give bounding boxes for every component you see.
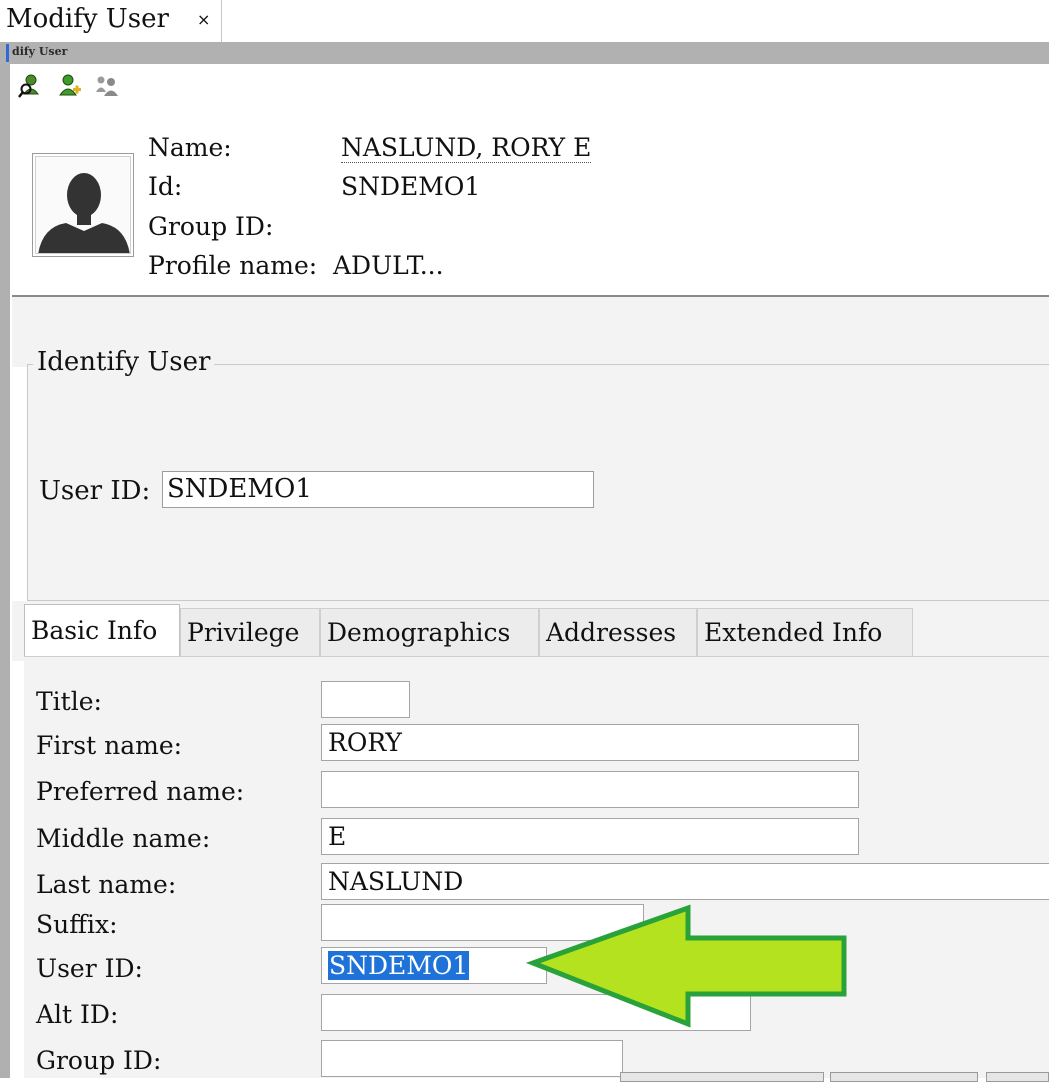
title-label: Title: — [36, 687, 102, 716]
tab-basic-info[interactable]: Basic Info — [24, 604, 180, 657]
title-bar-accent — [6, 44, 9, 62]
group-id-input[interactable] — [321, 1040, 623, 1077]
first-name-input[interactable]: RORY — [321, 724, 859, 761]
title-input[interactable] — [321, 681, 410, 718]
identify-user-id-label: User ID: — [39, 476, 151, 506]
add-user-icon[interactable] — [58, 72, 82, 98]
group-id-form-label: Group ID: — [36, 1046, 162, 1075]
tab-privilege[interactable]: Privilege — [180, 608, 320, 656]
first-name-label: First name: — [36, 731, 183, 760]
identify-user-id-input[interactable]: SNDEMO1 — [162, 471, 594, 508]
last-name-input[interactable]: NASLUND — [321, 863, 1049, 900]
id-value: SNDEMO1 — [341, 172, 481, 201]
identify-user-legend: Identify User — [33, 347, 215, 377]
person-silhouette-icon — [38, 173, 130, 253]
window-title-bar — [0, 42, 1049, 64]
profile-name-value: ADULT... — [333, 251, 444, 280]
tab-extended-info[interactable]: Extended Info — [697, 608, 913, 656]
tab-demographics[interactable]: Demographics — [320, 608, 539, 656]
name-label: Name: — [148, 133, 232, 162]
user-id-selected-text: SNDEMO1 — [328, 951, 470, 980]
tab-close-icon[interactable]: × — [197, 10, 210, 29]
middle-name-label: Middle name: — [36, 824, 211, 853]
user-id-label: User ID: — [36, 954, 143, 983]
bottom-button-1[interactable] — [620, 1072, 824, 1082]
search-user-icon[interactable] — [18, 72, 42, 98]
bottom-button-2[interactable] — [830, 1072, 978, 1082]
avatar — [32, 153, 134, 257]
name-value[interactable]: NASLUND, RORY E — [341, 133, 592, 163]
preferred-name-input[interactable] — [321, 771, 859, 808]
preferred-name-label: Preferred name: — [36, 777, 245, 806]
alt-id-label: Alt ID: — [36, 1000, 119, 1029]
left-gutter — [0, 64, 10, 1078]
id-label: Id: — [148, 172, 183, 201]
suffix-label: Suffix: — [36, 910, 118, 939]
annotation-arrow-icon — [525, 904, 847, 1028]
profile-name-label: Profile name: — [148, 251, 318, 280]
group-id-label: Group ID: — [148, 212, 274, 241]
bottom-button-3[interactable] — [986, 1072, 1049, 1082]
document-tab-title: Modify User — [6, 4, 169, 34]
window-title: dify User — [12, 45, 68, 58]
users-group-icon[interactable] — [94, 72, 118, 98]
tab-addresses[interactable]: Addresses — [539, 608, 697, 656]
middle-name-input[interactable]: E — [321, 818, 859, 855]
last-name-label: Last name: — [36, 870, 177, 899]
